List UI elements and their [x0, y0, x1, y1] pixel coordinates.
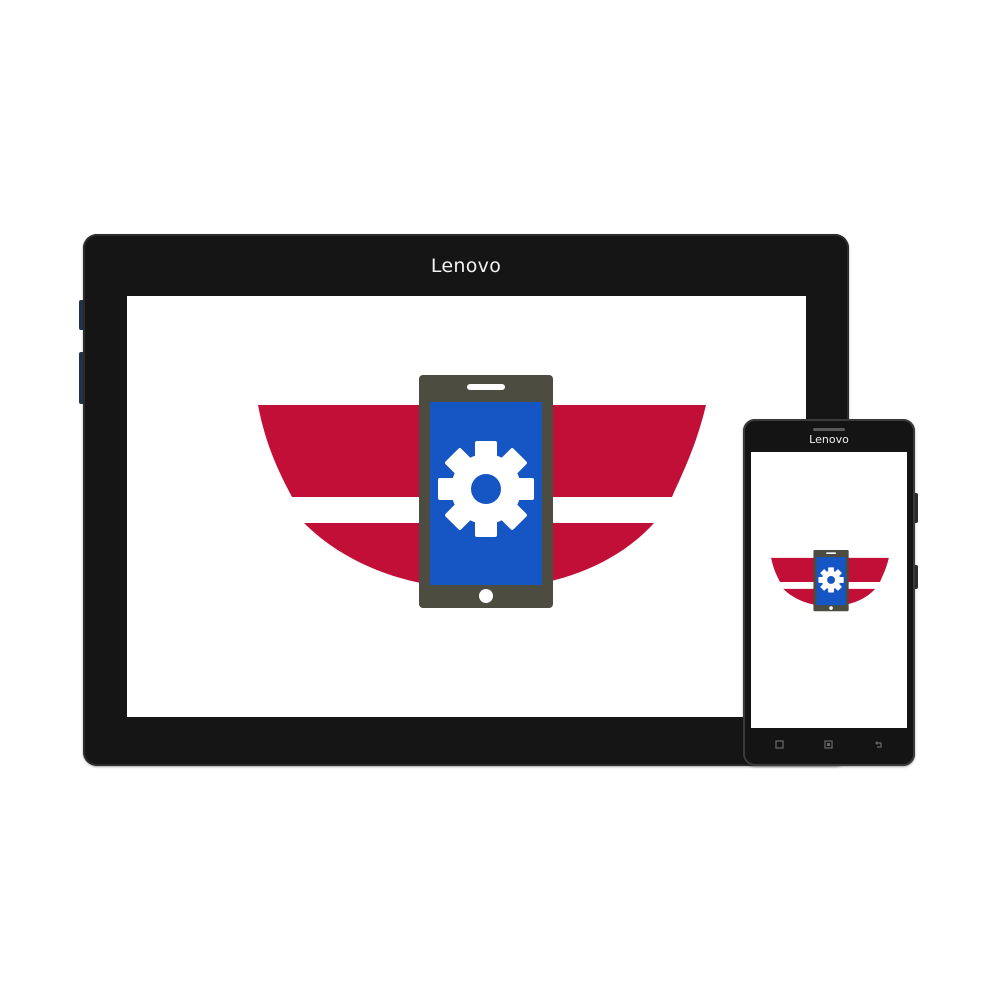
phone-volume-button [915, 493, 918, 523]
phone-brand-logo: Lenovo [809, 433, 849, 446]
tablet-volume-button [79, 300, 83, 330]
phone-gear-icon [771, 550, 889, 612]
phone-screen [751, 452, 907, 728]
logo-handset-speaker [826, 552, 837, 554]
phone-nav-bar [743, 737, 915, 753]
tablet-brand-logo: Lenovo [430, 255, 502, 277]
phone-power-button [915, 565, 918, 589]
phone-gear-icon [258, 375, 706, 608]
phone-earpiece [813, 428, 845, 431]
gear-icon [818, 567, 844, 593]
back-arrow-icon[interactable] [874, 740, 883, 749]
phone-device: Lenovo [743, 419, 918, 766]
product-scene: Lenovo Lenovo [0, 0, 1000, 1000]
tablet-screen [127, 296, 806, 717]
menu-square-icon[interactable] [775, 740, 784, 749]
tablet-device: Lenovo [79, 234, 849, 766]
logo-handset-speaker [467, 384, 505, 390]
home-square-icon[interactable] [824, 740, 833, 749]
tablet-power-button [79, 352, 83, 404]
logo-handset-home-button [829, 606, 833, 610]
logo-handset-home-button [479, 589, 493, 603]
gear-icon [438, 441, 534, 537]
